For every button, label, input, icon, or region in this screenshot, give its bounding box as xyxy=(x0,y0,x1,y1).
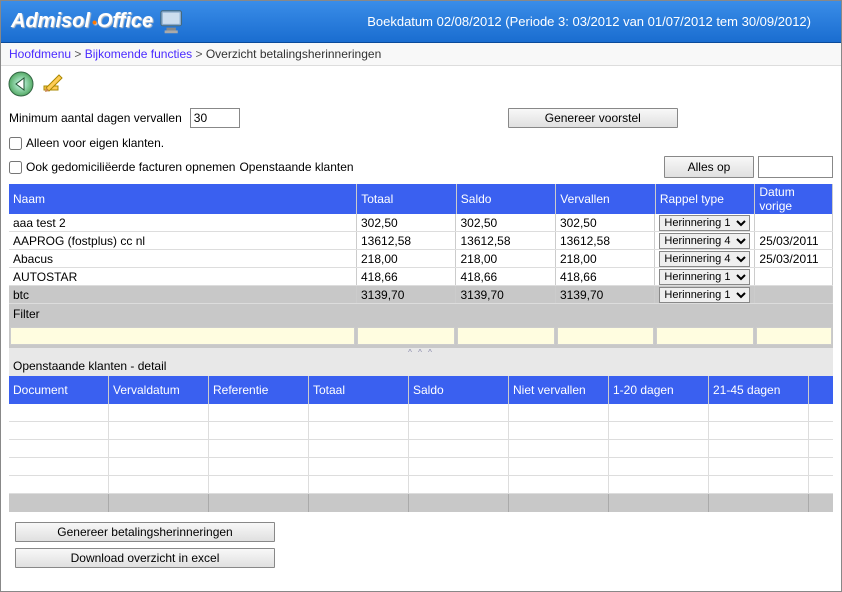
cell-datum xyxy=(755,214,833,231)
col-naam[interactable]: Naam xyxy=(9,184,357,214)
rappel-select[interactable]: Herinnering 1 xyxy=(659,215,750,231)
table-row[interactable]: Abacus218,00218,00218,00Herinnering 425/… xyxy=(9,250,833,268)
ook-gedomicilieerde-checkbox[interactable] xyxy=(9,161,22,174)
grid-header: Naam Totaal Saldo Vervallen Rappel type … xyxy=(9,184,833,214)
detail-row[interactable] xyxy=(9,476,833,494)
detail-header: Document Vervaldatum Referentie Totaal S… xyxy=(9,376,833,404)
toolbar xyxy=(1,66,841,102)
col-rappel[interactable]: Rappel type xyxy=(656,184,756,214)
filter-row xyxy=(9,324,833,348)
cell-vervallen: 302,50 xyxy=(556,214,655,231)
cell-datum xyxy=(755,286,833,303)
logo-text-b: Office xyxy=(97,10,153,32)
cell-vervallen: 418,66 xyxy=(556,268,655,285)
cell-naam: Abacus xyxy=(9,250,357,267)
cell-saldo: 218,00 xyxy=(456,250,555,267)
back-icon[interactable] xyxy=(7,70,35,98)
detail-row[interactable] xyxy=(9,440,833,458)
ook-gedomicilieerde-label: Ook gedomiciliëerde facturen opnemen xyxy=(26,160,235,174)
filter-vervallen[interactable] xyxy=(557,327,655,345)
download-excel-button[interactable]: Download overzicht in excel xyxy=(15,548,275,568)
rappel-select[interactable]: Herinnering 1 xyxy=(659,269,750,285)
dcol-document[interactable]: Document xyxy=(9,376,109,404)
dcol-totaal[interactable]: Totaal xyxy=(309,376,409,404)
alleen-eigen-checkbox[interactable] xyxy=(9,137,22,150)
dcol-21-45[interactable]: 21-45 dagen xyxy=(709,376,809,404)
cell-totaal: 3139,70 xyxy=(357,286,456,303)
rappel-select[interactable]: Herinnering 4 xyxy=(659,251,750,267)
detail-row[interactable] xyxy=(9,422,833,440)
logo-text-a: Admisol xyxy=(11,10,90,33)
cell-vervallen: 13612,58 xyxy=(556,232,655,249)
detail-row[interactable] xyxy=(9,404,833,422)
cell-naam: AUTOSTAR xyxy=(9,268,357,285)
table-row[interactable]: AAPROG (fostplus) cc nl13612,5813612,581… xyxy=(9,232,833,250)
alleen-eigen-label: Alleen voor eigen klanten. xyxy=(26,136,164,150)
filter-naam[interactable] xyxy=(10,327,355,345)
cell-totaal: 218,00 xyxy=(357,250,456,267)
breadcrumb-bijkomende[interactable]: Bijkomende functies xyxy=(85,47,192,61)
resize-handle-icon[interactable]: ^ ^ ^ xyxy=(9,348,833,356)
cell-datum xyxy=(755,268,833,285)
cell-totaal: 302,50 xyxy=(357,214,456,231)
col-saldo[interactable]: Saldo xyxy=(457,184,557,214)
cell-saldo: 13612,58 xyxy=(456,232,555,249)
alles-op-button[interactable]: Alles op xyxy=(664,156,754,178)
rappel-select[interactable]: Herinnering 1 xyxy=(659,287,750,303)
min-days-input[interactable] xyxy=(190,108,240,128)
cell-datum: 25/03/2011 xyxy=(755,250,833,267)
cell-totaal: 418,66 xyxy=(357,268,456,285)
genereer-herinneringen-button[interactable]: Genereer betalingsherinneringen xyxy=(15,522,275,542)
filter-rappel[interactable] xyxy=(656,327,754,345)
breadcrumb-hoofdmenu[interactable]: Hoofdmenu xyxy=(9,47,71,61)
dcol-saldo[interactable]: Saldo xyxy=(409,376,509,404)
filter-saldo[interactable] xyxy=(457,327,555,345)
detail-body xyxy=(9,404,833,494)
dcol-vervaldatum[interactable]: Vervaldatum xyxy=(109,376,209,404)
cell-vervallen: 3139,70 xyxy=(556,286,655,303)
filter-totaal[interactable] xyxy=(357,327,455,345)
filter-label: Filter xyxy=(9,304,833,324)
breadcrumb: Hoofdmenu > Bijkomende functies > Overzi… xyxy=(1,43,841,66)
cell-vervallen: 218,00 xyxy=(556,250,655,267)
app-header: Admisol •Office Boekdatum 02/08/2012 (Pe… xyxy=(1,1,841,43)
edit-icon[interactable] xyxy=(39,70,67,98)
filter-datum[interactable] xyxy=(756,327,832,345)
table-row[interactable]: btc3139,703139,703139,70Herinnering 1 xyxy=(9,286,833,304)
detail-footer xyxy=(9,494,833,512)
cell-saldo: 418,66 xyxy=(456,268,555,285)
min-days-label: Minimum aantal dagen vervallen xyxy=(9,111,182,125)
openstaande-klanten-label: Openstaande klanten xyxy=(239,160,353,174)
logo: Admisol •Office xyxy=(11,8,189,36)
detail-row[interactable] xyxy=(9,458,833,476)
cell-datum: 25/03/2011 xyxy=(755,232,833,249)
genereer-voorstel-button[interactable]: Genereer voorstel xyxy=(508,108,678,128)
cell-saldo: 3139,70 xyxy=(456,286,555,303)
col-datum[interactable]: Datum vorige xyxy=(755,184,833,214)
col-totaal[interactable]: Totaal xyxy=(357,184,457,214)
table-row[interactable]: aaa test 2302,50302,50302,50Herinnering … xyxy=(9,214,833,232)
detail-title: Openstaande klanten - detail xyxy=(9,356,833,376)
main-content: Minimum aantal dagen vervallen Genereer … xyxy=(1,102,841,584)
grid-body: aaa test 2302,50302,50302,50Herinnering … xyxy=(9,214,833,304)
alles-op-input[interactable] xyxy=(758,156,833,178)
cell-naam: aaa test 2 xyxy=(9,214,357,231)
cell-totaal: 13612,58 xyxy=(357,232,456,249)
col-vervallen[interactable]: Vervallen xyxy=(556,184,656,214)
dcol-referentie[interactable]: Referentie xyxy=(209,376,309,404)
cell-naam: btc xyxy=(9,286,357,303)
rappel-select[interactable]: Herinnering 4 xyxy=(659,233,750,249)
cell-naam: AAPROG (fostplus) cc nl xyxy=(9,232,357,249)
header-date: Boekdatum 02/08/2012 (Periode 3: 03/2012… xyxy=(367,14,831,29)
dcol-1-20[interactable]: 1-20 dagen xyxy=(609,376,709,404)
cell-saldo: 302,50 xyxy=(456,214,555,231)
monitor-icon xyxy=(159,8,189,36)
breadcrumb-current: Overzicht betalingsherinneringen xyxy=(206,47,381,61)
dcol-niet-vervallen[interactable]: Niet vervallen xyxy=(509,376,609,404)
table-row[interactable]: AUTOSTAR418,66418,66418,66Herinnering 1 xyxy=(9,268,833,286)
